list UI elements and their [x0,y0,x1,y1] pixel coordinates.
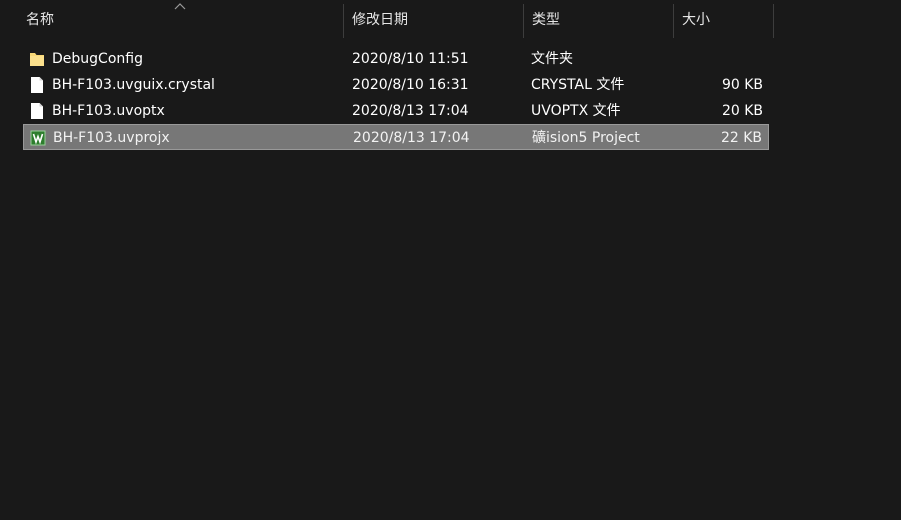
file-name: DebugConfig [52,51,143,67]
file-type: CRYSTAL 文件 [531,77,625,93]
file-date: 2020/8/10 11:51 [352,51,469,67]
file-type: 文件夹 [531,51,573,67]
file-row-uvguix-crystal[interactable]: BH-F103.uvguix.crystal 2020/8/10 16:31 C… [23,72,769,98]
file-icon [31,103,43,119]
column-header-type[interactable]: 类型 [524,0,673,40]
file-row-uvoptx[interactable]: BH-F103.uvoptx 2020/8/13 17:04 UVOPTX 文件… [23,98,769,124]
column-header-size[interactable]: 大小 [674,0,773,40]
column-separator[interactable] [773,4,774,38]
file-row-uvprojx[interactable]: BH-F103.uvprojx 2020/8/13 17:04 礦ision5 … [23,124,769,150]
file-date: 2020/8/13 17:04 [352,103,469,119]
file-name: BH-F103.uvguix.crystal [52,77,215,93]
file-size: 20 KB [721,103,763,119]
column-header: 名称 修改日期 类型 大小 [0,0,901,40]
keil-project-icon [30,130,46,146]
file-type: UVOPTX 文件 [531,103,621,119]
file-size: 22 KB [720,130,762,146]
file-size: 90 KB [721,77,763,93]
column-header-date[interactable]: 修改日期 [344,0,523,40]
file-name: BH-F103.uvprojx [53,130,170,146]
file-date: 2020/8/13 17:04 [353,130,470,146]
file-name: BH-F103.uvoptx [52,103,165,119]
column-header-name[interactable]: 名称 [18,0,343,40]
file-type: 礦ision5 Project [532,130,640,146]
folder-icon [30,53,44,66]
file-list-pane: 名称 修改日期 类型 大小 DebugConfig 2020/8/10 11:5… [0,0,901,520]
file-date: 2020/8/10 16:31 [352,77,469,93]
file-icon [31,77,43,93]
file-row-debugconfig[interactable]: DebugConfig 2020/8/10 11:51 文件夹 [23,46,769,72]
